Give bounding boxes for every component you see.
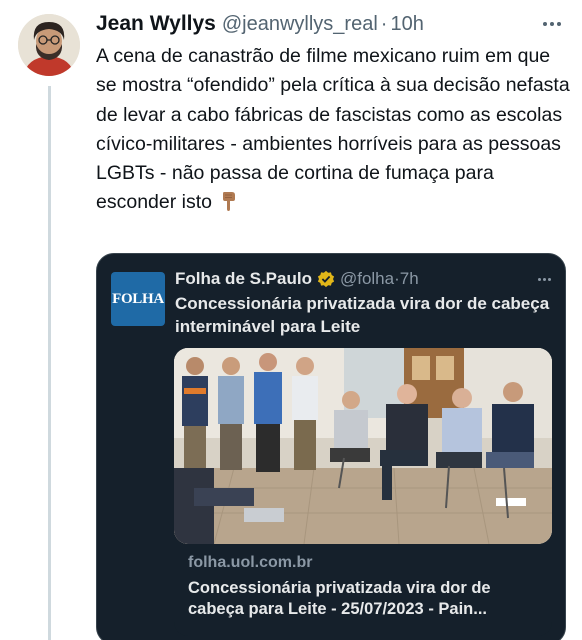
tweet-text: A cena de canastrão de filme mexicano ru…: [96, 45, 570, 214]
more-options-icon[interactable]: [538, 12, 566, 36]
avatar-image: [18, 14, 80, 76]
quoted-handle[interactable]: @folha: [340, 269, 394, 289]
author-name[interactable]: Jean Wyllys: [96, 12, 216, 36]
separator-dot: ·: [380, 12, 388, 35]
verified-badge-icon: [317, 270, 335, 288]
tweet-header: Jean Wyllys @jeanwyllys_real · 10h: [96, 12, 566, 36]
news-photo[interactable]: [174, 348, 552, 544]
quoted-timestamp[interactable]: 7h: [400, 269, 419, 289]
author-avatar[interactable]: [18, 14, 80, 76]
thread-connector-line: [48, 86, 51, 640]
folha-avatar[interactable]: FOLHA: [111, 272, 165, 326]
author-handle[interactable]: @jeanwyllys_real: [222, 13, 378, 36]
link-preview[interactable]: folha.uol.com.br Concessionária privatiz…: [174, 544, 552, 636]
quoted-tweet-card[interactable]: FOLHA Folha de S.Paulo @folha · 7h Conce…: [96, 253, 566, 640]
link-title: Concessionária privatizada vira dor de c…: [188, 579, 491, 618]
meeting-photo-image: [174, 348, 552, 544]
pointing-down-finger-icon: [222, 192, 235, 212]
link-domain: folha.uol.com.br: [188, 554, 313, 571]
tweet-body: A cena de canastrão de filme mexicano ru…: [96, 42, 574, 218]
tweet-timestamp[interactable]: 10h: [390, 13, 423, 36]
folha-logo-text: FOLHA: [112, 290, 164, 307]
quoted-more-options-icon[interactable]: [533, 268, 555, 290]
quoted-header: Folha de S.Paulo @folha · 7h: [175, 268, 555, 290]
quoted-author-name[interactable]: Folha de S.Paulo: [175, 269, 312, 289]
quoted-text: Concessionária privatizada vira dor de c…: [175, 294, 550, 336]
